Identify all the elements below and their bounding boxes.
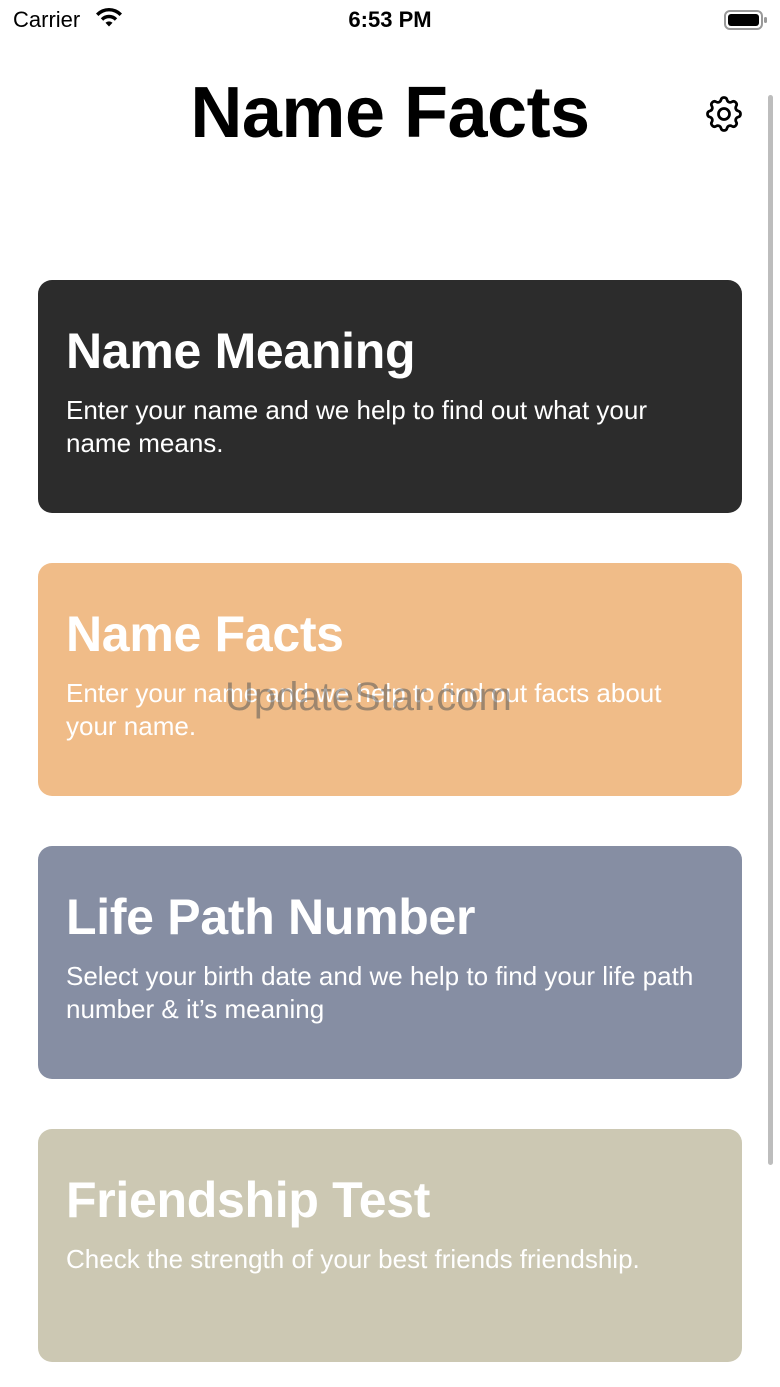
card-friendship-test[interactable]: Friendship Test Check the strength of yo… xyxy=(38,1129,742,1362)
gear-icon xyxy=(706,96,742,132)
vertical-scrollbar[interactable] xyxy=(768,95,773,1165)
card-title: Name Meaning xyxy=(66,323,416,379)
card-name-meaning[interactable]: Name Meaning Enter your name and we help… xyxy=(38,280,742,513)
settings-button[interactable] xyxy=(700,90,748,138)
status-bar: Carrier 6:53 PM xyxy=(0,0,780,40)
card-title: Name Facts xyxy=(66,606,344,662)
card-description: Check the strength of your best friends … xyxy=(66,1244,640,1274)
battery-full-icon xyxy=(724,10,767,30)
card-description: Select your birth date and we help to fi… xyxy=(66,961,694,1024)
card-life-path-number[interactable]: Life Path Number Select your birth date … xyxy=(38,846,742,1079)
card-title: Life Path Number xyxy=(66,889,476,945)
card-description: Enter your name and we help to find out … xyxy=(66,395,648,458)
card-name-facts[interactable]: Name Facts Enter your name and we help t… xyxy=(38,563,742,796)
card-title: Friendship Test xyxy=(66,1172,431,1228)
page-title: Name Facts xyxy=(190,73,590,153)
status-time: 6:53 PM xyxy=(348,7,432,32)
app-screen: Carrier 6:53 PM Name Facts Name Meaning … xyxy=(0,0,780,1387)
card-description: Enter your name and we help to find out … xyxy=(66,678,662,741)
